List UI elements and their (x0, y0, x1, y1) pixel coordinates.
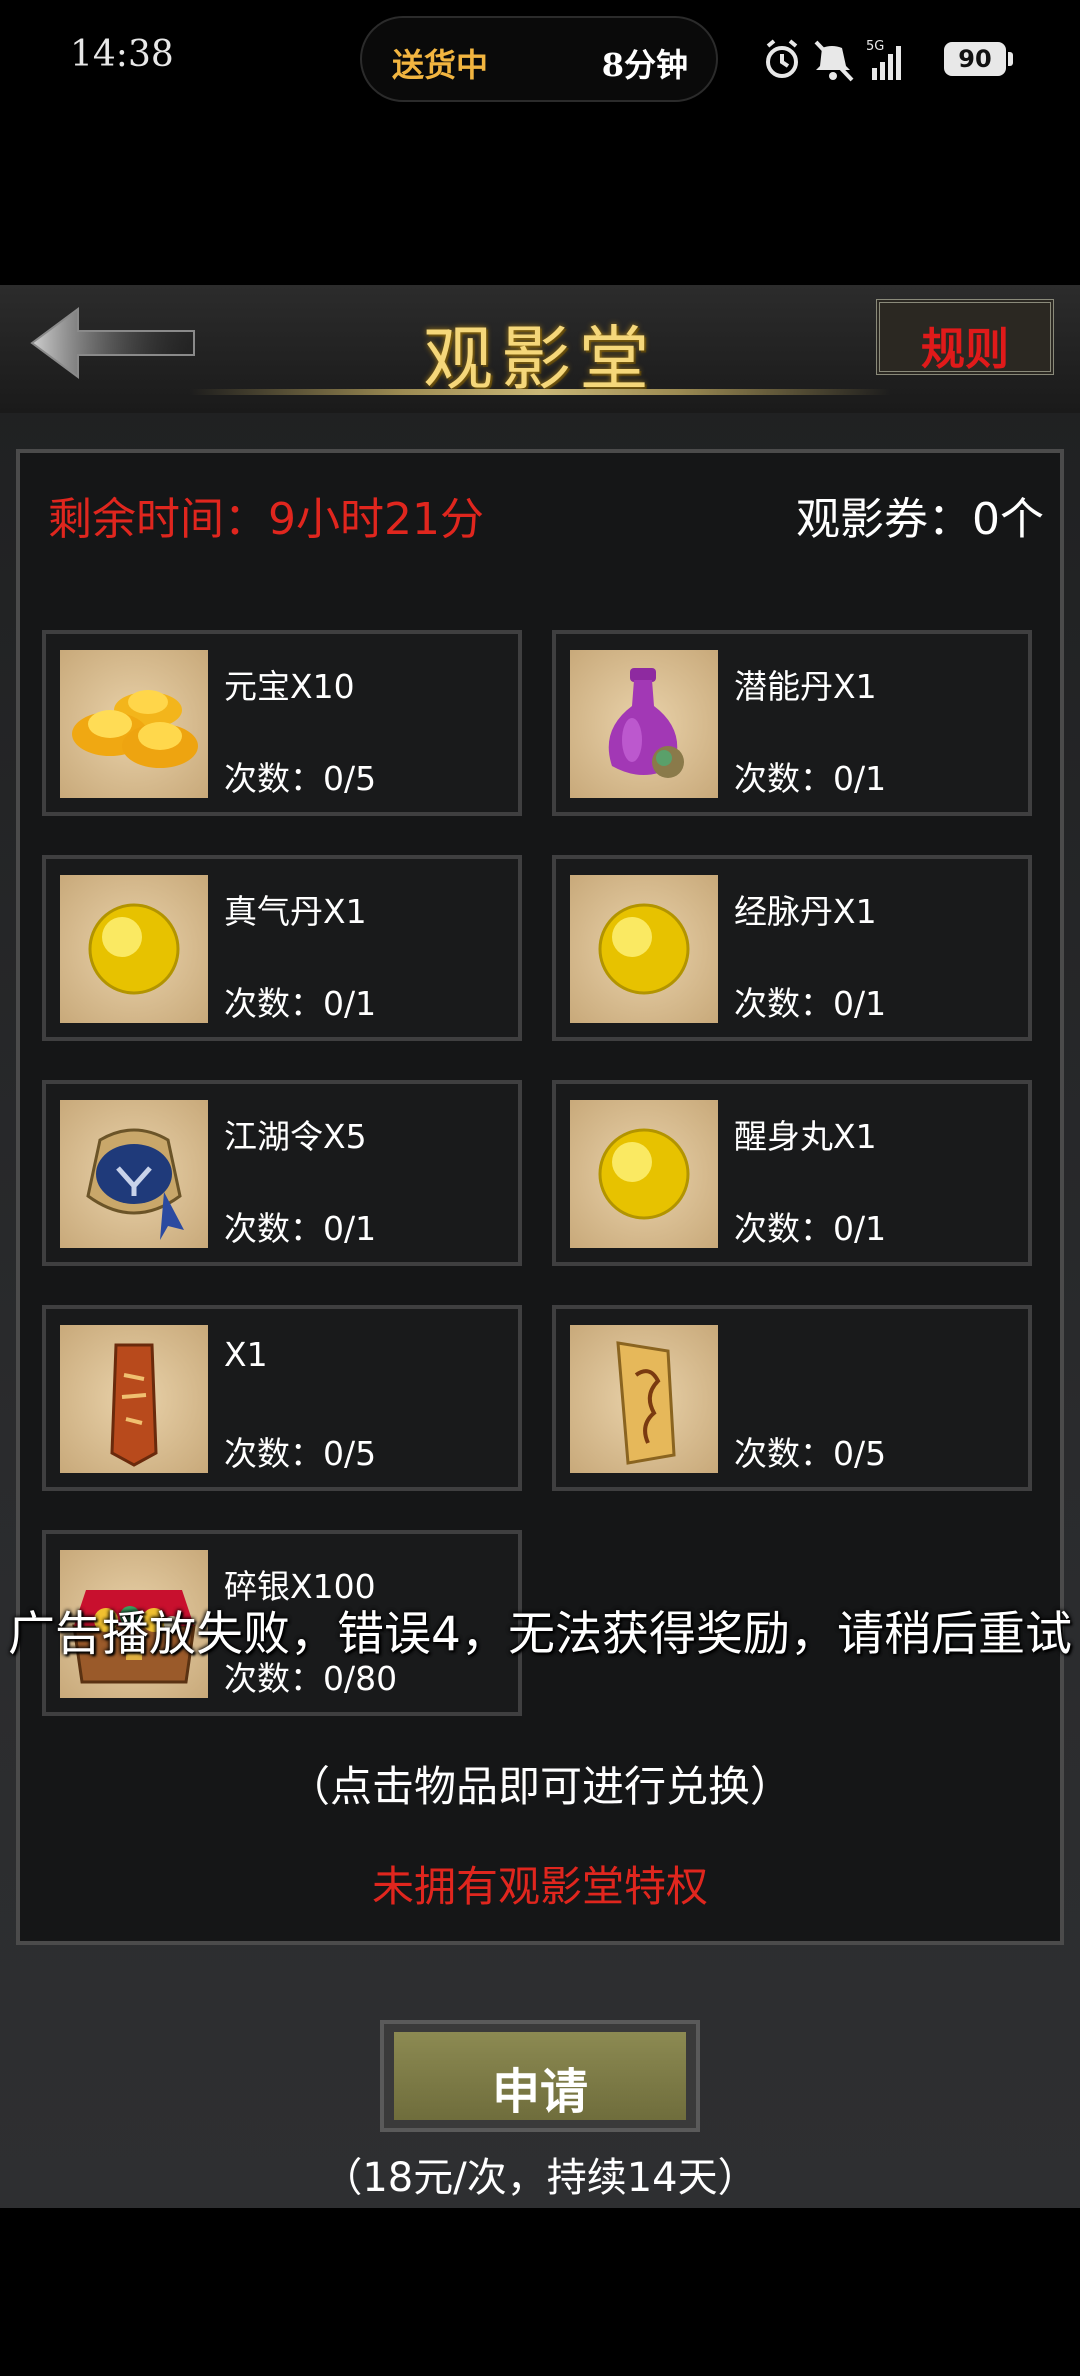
item-name: 真气丹X1 (224, 892, 367, 931)
exchange-panel: 剩余时间：9小时21分 观影券：0个 元宝X10 次数：0/5 潜能丹X1 次数… (16, 449, 1064, 1945)
delivery-pill[interactable]: 送货中 8分钟 (360, 16, 718, 102)
rules-button-label: 规则 (921, 324, 1009, 375)
battery-indicator: 90 (944, 42, 1013, 76)
item-count: 次数：0/5 (224, 759, 377, 798)
apply-button-label: 申请 (491, 2064, 588, 2120)
token-bag-icon (60, 1100, 208, 1248)
item-name: 江湖令X5 (224, 1117, 367, 1156)
item-qi-pill[interactable]: 真气丹X1 次数：0/1 (42, 855, 522, 1041)
yellow-pill-icon (570, 875, 718, 1023)
game-screen: 观影堂 规则 剩余时间：9小时21分 观影券：0个 元宝X10 次数：0/5 潜… (0, 285, 1080, 2208)
status-time: 14:38 (70, 34, 174, 75)
svg-text:5G: 5G (866, 39, 884, 54)
item-count: 次数：0/5 (734, 1434, 887, 1473)
item-talisman[interactable]: 次数：0/5 (552, 1305, 1032, 1491)
price-info: （18元/次，持续14天） (322, 2155, 758, 2201)
rules-button[interactable]: 规则 (876, 299, 1054, 375)
item-potential-pill[interactable]: 潜能丹X1 次数：0/1 (552, 630, 1032, 816)
gold-ingot-icon (60, 650, 208, 798)
item-awaken-pill[interactable]: 醒身丸X1 次数：0/1 (552, 1080, 1032, 1266)
signal-5g-icon: 5G (866, 39, 901, 80)
title-divider (190, 389, 890, 395)
yellow-pill-icon (60, 875, 208, 1023)
item-gold-ingot[interactable]: 元宝X10 次数：0/5 (42, 630, 522, 816)
remaining-time: 剩余时间：9小时21分 (48, 494, 484, 545)
apply-button-face: 申请 (394, 2032, 686, 2120)
item-name: 醒身丸X1 (734, 1117, 877, 1156)
error-toast: 广告播放失败，错误4，无法获得奖励，请稍后重试 (8, 1607, 1072, 1662)
exchange-hint: （点击物品即可进行兑换） (287, 1762, 792, 1811)
scroll-token-icon (60, 1325, 208, 1473)
apply-button[interactable]: 申请 (380, 2020, 700, 2132)
potion-bottle-icon (570, 650, 718, 798)
item-count: 次数：0/1 (734, 759, 887, 798)
alarm-icon (766, 39, 798, 78)
item-count: 次数：0/1 (224, 984, 377, 1023)
header-bar: 观影堂 规则 (0, 285, 1080, 413)
mute-bell-icon (814, 40, 854, 82)
item-name: 潜能丹X1 (734, 667, 877, 706)
item-meridian-pill[interactable]: 经脉丹X1 次数：0/1 (552, 855, 1032, 1041)
item-count: 次数：0/5 (224, 1434, 377, 1473)
item-count: 次数：0/1 (224, 1209, 377, 1248)
item-jianghu-token[interactable]: 江湖令X5 次数：0/1 (42, 1080, 522, 1266)
paper-talisman-icon (570, 1325, 718, 1473)
yellow-pill-icon (570, 1100, 718, 1248)
item-name: X1 (224, 1335, 268, 1374)
ticket-count: 观影券：0个 (796, 494, 1044, 545)
item-scroll-token[interactable]: X1 次数：0/5 (42, 1305, 522, 1491)
item-name: 元宝X10 (224, 667, 355, 706)
status-bar: 14:38 送货中 8分钟 5G 90 (0, 0, 1080, 120)
delivery-status: 送货中 (392, 46, 489, 84)
privilege-status: 未拥有观影堂特权 (371, 1862, 708, 1911)
item-name: 经脉丹X1 (734, 892, 877, 931)
delivery-eta: 8分钟 (601, 46, 688, 84)
item-count: 次数：0/1 (734, 984, 887, 1023)
status-icons: 5G (766, 39, 901, 82)
item-count: 次数：0/1 (734, 1209, 887, 1248)
